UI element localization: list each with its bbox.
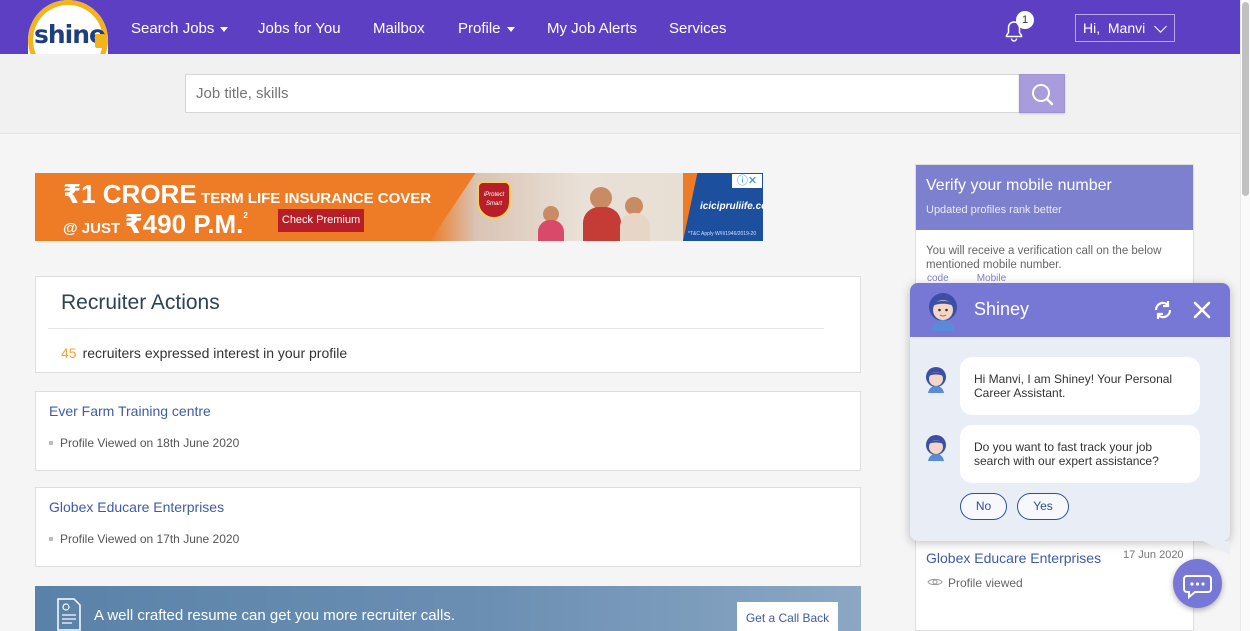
divider: [48, 328, 824, 329]
chevron-down-icon: [1154, 20, 1167, 33]
search-input[interactable]: [185, 74, 1020, 113]
recruiter-view-date: Profile Viewed on 18th June 2020: [60, 436, 240, 450]
ad-person-father: [590, 187, 612, 209]
caret-down-icon: [506, 26, 515, 32]
recruiter-name-link[interactable]: Globex Educare Enterprises: [49, 499, 224, 515]
quick-reply-yes[interactable]: Yes: [1017, 493, 1069, 520]
recruiter-interest-line: 45 recruiters expressed interest in your …: [61, 345, 347, 361]
logo-dot-com: [95, 34, 105, 48]
nav-mailbox[interactable]: Mailbox: [373, 0, 425, 54]
recruiter-view-date: Profile Viewed on 17th June 2020: [60, 532, 240, 546]
user-menu[interactable]: Hi, Manvi: [1075, 14, 1175, 42]
recruiter-count: 45: [61, 345, 77, 361]
close-icon[interactable]: [1191, 299, 1213, 321]
verify-header: Verify your mobile number Updated profil…: [916, 165, 1193, 230]
bullet-icon: [49, 536, 53, 541]
shine-logo[interactable]: shine: [28, 0, 108, 54]
bullet-icon: [49, 440, 53, 445]
notification-badge: 1: [1016, 11, 1034, 29]
ad-fine-print: *T&C Apply W/II/1946/2019-20: [688, 231, 757, 237]
nav-search-jobs-label: Search Jobs: [131, 20, 215, 37]
resume-document-icon: [57, 598, 81, 631]
nav-profile[interactable]: Profile: [458, 0, 515, 54]
chat-launcher-button[interactable]: [1173, 559, 1222, 608]
insurance-ad-banner[interactable]: ₹1 CRORE TERM LIFE INSURANCE COVER @ JUS…: [35, 173, 763, 241]
chat-bubble-icon: [1183, 575, 1212, 600]
verify-title: Verify your mobile number: [926, 177, 1112, 194]
ad-price-prefix: @ JUST: [63, 220, 121, 237]
shiney-avatar-icon: [929, 293, 957, 331]
chat-header: Shiney: [910, 283, 1230, 337]
chat-title: Shiney: [974, 299, 1030, 319]
recruiter-actions-card: Recruiter Actions 45 recruiters expressed…: [35, 276, 861, 373]
recruiter-interest-text: recruiters expressed interest in your pr…: [82, 345, 348, 361]
search-band: [0, 54, 1240, 134]
ad-headline-small: TERM LIFE INSURANCE COVER: [201, 190, 432, 207]
caret-down-icon: [220, 26, 229, 32]
recruiter-view-info: Profile Viewed on 17th June 2020: [49, 532, 239, 546]
ad-price-value: ₹490 P.M.: [124, 209, 244, 239]
verify-description: You will receive a verification call on …: [926, 245, 1162, 271]
bot-avatar-icon: [926, 435, 946, 461]
eye-icon: [927, 578, 943, 586]
ad-site-label: icicipruliife.com: [700, 201, 763, 212]
ad-person-mother-dress: [620, 213, 650, 241]
nav-profile-label: Profile: [458, 20, 501, 37]
resume-promo-strip: A well crafted resume can get you more r…: [35, 586, 861, 631]
iprotect-shield-logo: iProtect Smart: [477, 181, 511, 219]
ad-price: @ JUST ₹490 P.M.2: [63, 209, 248, 240]
verify-subtitle: Updated profiles rank better: [926, 204, 1062, 216]
ad-check-premium-button[interactable]: Check Premium: [278, 209, 364, 232]
nav-my-job-alerts[interactable]: My Job Alerts: [547, 0, 637, 54]
ad-price-footnote: 2: [243, 211, 248, 220]
chat-message: Do you want to fast track your job searc…: [960, 425, 1200, 483]
chat-message: Hi Manvi, I am Shiney! Your Personal Car…: [960, 357, 1200, 415]
nav-jobs-for-you[interactable]: Jobs for You: [258, 0, 341, 54]
ad-headline-big: ₹1 CRORE: [63, 179, 197, 209]
resume-promo-text: A well crafted resume can get you more r…: [94, 607, 455, 624]
ad-person-father-shirt: [583, 207, 621, 241]
user-greeting: Hi, Manvi: [1083, 20, 1146, 36]
refresh-icon[interactable]: [1151, 298, 1175, 322]
recruiter-name-link[interactable]: Ever Farm Training centre: [49, 403, 211, 419]
chat-bubble-tail: [1203, 541, 1230, 555]
ad-headline: ₹1 CRORE TERM LIFE INSURANCE COVER: [63, 179, 431, 210]
nav-services[interactable]: Services: [669, 0, 727, 54]
quick-reply-no[interactable]: No: [960, 493, 1007, 520]
top-navbar: shine Search Jobs Jobs for You Mailbox P…: [0, 0, 1250, 54]
ad-choices-close-icon[interactable]: ⓘ✕: [732, 174, 762, 188]
recruiter-actions-title: Recruiter Actions: [61, 291, 220, 314]
nav-search-jobs[interactable]: Search Jobs: [131, 0, 229, 54]
get-call-back-button[interactable]: Get a Call Back: [737, 602, 838, 631]
bot-avatar-icon: [926, 367, 946, 393]
recruiter-card: Globex Educare Enterprises Profile Viewe…: [35, 487, 861, 567]
ad-person-child-dress: [538, 220, 564, 241]
page-scrollbar[interactable]: [1240, 0, 1250, 631]
recruiter-view-info: Profile Viewed on 18th June 2020: [49, 436, 239, 450]
recruiter-card: Ever Farm Training centre Profile Viewed…: [35, 391, 861, 471]
recent-viewer-company-link[interactable]: Globex Educare Enterprises: [926, 550, 1101, 566]
scrollbar-thumb[interactable]: [1242, 2, 1249, 196]
search-icon: [1032, 84, 1054, 106]
search-button[interactable]: [1019, 74, 1065, 113]
recent-viewer-status: Profile viewed: [948, 576, 1023, 590]
shiney-chat-widget: Shiney Hi Manvi, I am Shiney! Your Perso…: [910, 283, 1230, 541]
